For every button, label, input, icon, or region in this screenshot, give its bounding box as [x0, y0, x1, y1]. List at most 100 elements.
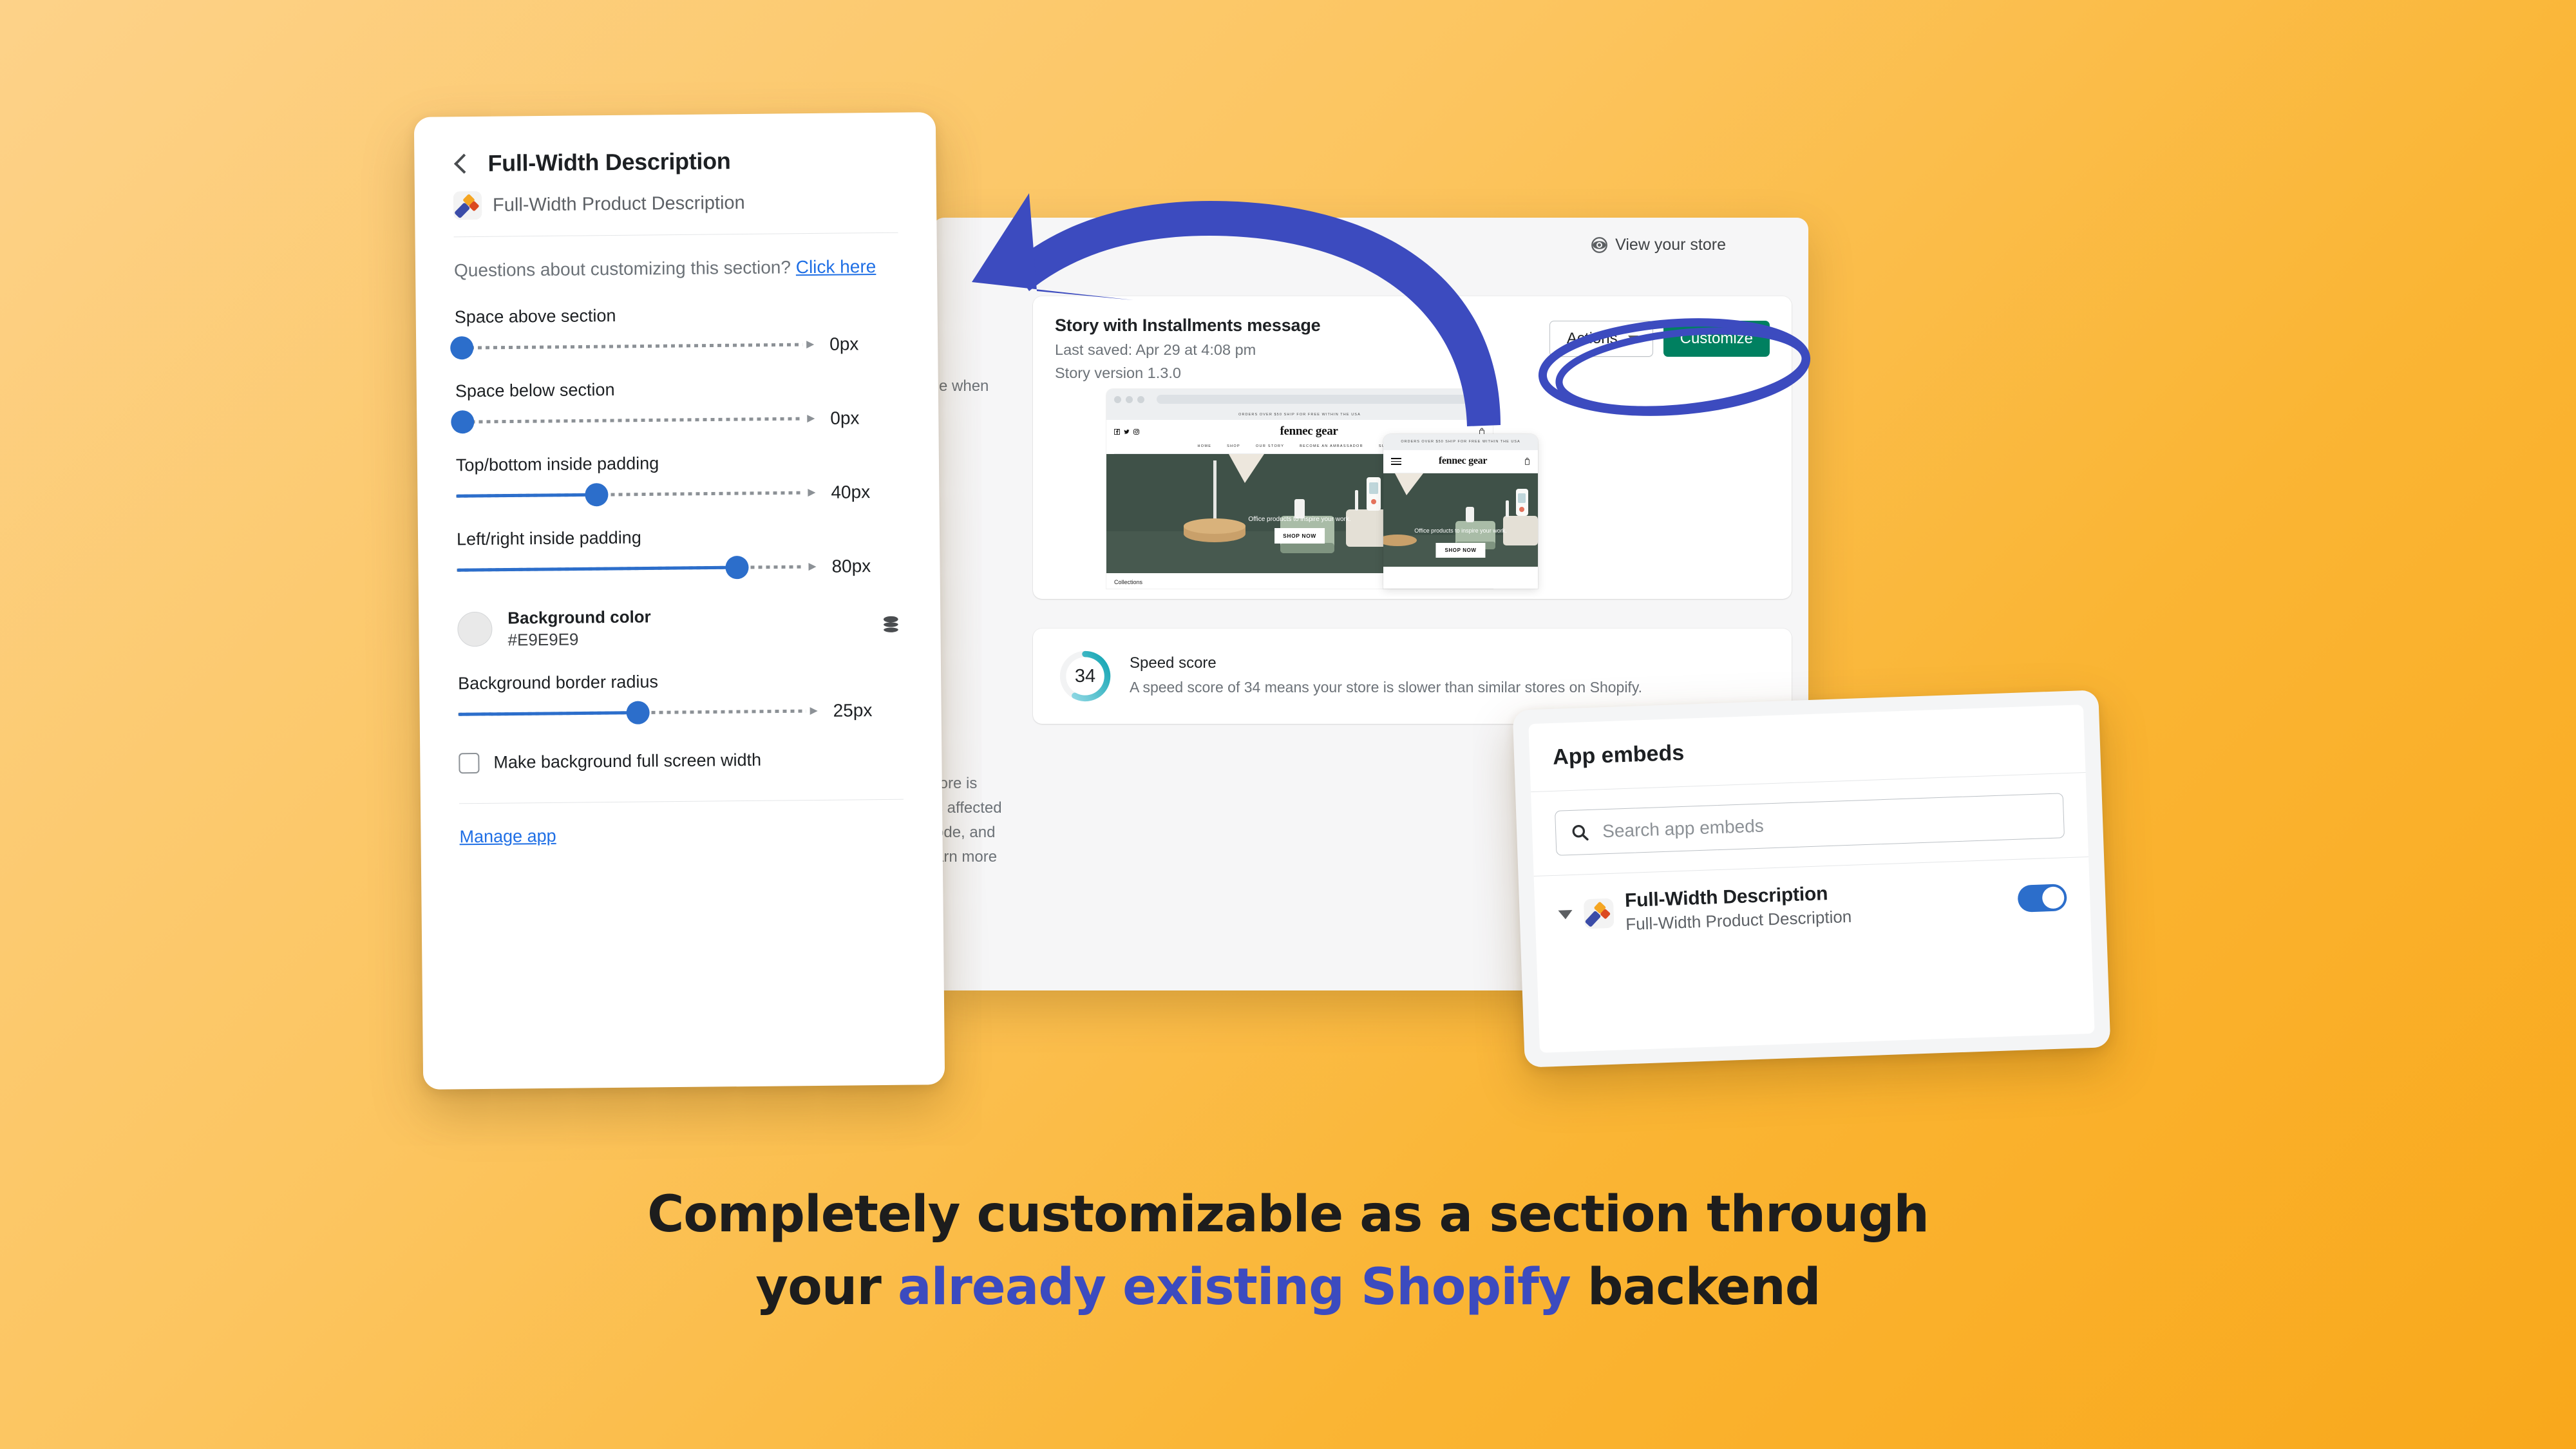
field-space-below-section: Space below section 0px [451, 377, 900, 434]
layers-stack-icon[interactable] [880, 614, 902, 636]
manage-app-link[interactable]: Manage app [459, 826, 556, 847]
slider-fill [456, 493, 597, 498]
app-embeds-panel: App embeds Search app embeds Full-Width … [1512, 690, 2111, 1068]
field-left-right-inside-padding: Left/right inside padding 80px [457, 526, 902, 581]
section-settings-panel: Full-Width Description Full-Width Produc… [413, 112, 945, 1090]
slider-thumb[interactable] [725, 555, 749, 580]
panel-header: Full-Width Description [453, 146, 897, 178]
divider [459, 799, 904, 804]
slider-arrow-icon [808, 488, 816, 497]
caption-line-2-pre: your [755, 1258, 898, 1317]
eye-icon [1591, 237, 1608, 253]
field-background-color[interactable]: Background color #E9E9E9 [457, 605, 902, 651]
hero-caption-mobile: Office products to inspire your work. [1414, 527, 1507, 535]
field-value: 80px [831, 556, 871, 576]
store-brand-logo-mobile: fennec gear [1438, 455, 1488, 467]
slider-thumb[interactable] [584, 482, 609, 507]
app-embed-subtitle: Full-Width Product Description [1625, 906, 1852, 934]
store-nav-item[interactable]: HOME [1197, 444, 1211, 448]
story-card-version: Story version 1.3.0 [1055, 365, 1181, 381]
field-label: Space above section [454, 305, 616, 327]
field-space-above-section: Space above section 0px [450, 303, 900, 360]
slider-thumb[interactable] [451, 410, 475, 434]
chrome-dot [1114, 395, 1121, 403]
slider-arrow-icon [808, 562, 817, 571]
top-bottom-padding-slider[interactable] [456, 482, 816, 507]
view-your-store-label: View your store [1615, 236, 1726, 254]
store-brand-logo: fennec gear [1280, 424, 1338, 438]
chevron-left-icon[interactable] [453, 153, 475, 174]
field-value: 0px [830, 408, 860, 428]
background-border-radius-slider[interactable] [458, 701, 818, 724]
cart-icon [1525, 458, 1530, 465]
announcement-bar: ORDERS OVER $50 SHIP FOR FREE WITHIN THE… [1106, 410, 1493, 420]
search-icon [1572, 824, 1589, 841]
full-width-description-app-icon [453, 191, 482, 220]
slider-thumb[interactable] [626, 701, 650, 724]
slider-thumb[interactable] [450, 336, 474, 360]
slider-fill [457, 565, 737, 572]
store-preview: ORDERS OVER $50 SHIP FOR FREE WITHIN THE… [1106, 389, 1538, 589]
store-nav-item[interactable]: SHOP [1227, 444, 1240, 448]
field-label: Left/right inside padding [456, 527, 641, 549]
space-above-section-slider[interactable] [450, 335, 815, 360]
search-app-embeds-input[interactable]: Search app embeds [1555, 793, 2065, 856]
caption-line-2: your already existing Shopify backend [0, 1251, 2576, 1324]
field-label: Background border radius [458, 672, 659, 694]
slider-fill [458, 711, 638, 716]
social-icons [1114, 428, 1139, 435]
actions-button-label: Actions [1566, 330, 1618, 347]
hero-shop-now-button-mobile[interactable]: SHOP NOW [1435, 542, 1486, 558]
hero-shop-now-button[interactable]: SHOP NOW [1274, 527, 1325, 544]
admin-topbar: View your store [933, 218, 1808, 269]
slider-track [455, 417, 804, 424]
field-background-border-radius: Background border radius 25px [458, 670, 903, 725]
field-label: Top/bottom inside padding [455, 453, 659, 475]
view-your-store-link[interactable]: View your store [1591, 236, 1726, 254]
mobile-store-hero: Office products to inspire your work. SH… [1383, 473, 1538, 567]
field-make-background-full-width[interactable]: Make background full screen width [459, 749, 903, 774]
chevron-down-icon [1627, 336, 1638, 342]
slider-track [455, 343, 803, 350]
story-card-actions: Actions Customize [1549, 321, 1770, 357]
announcement-bar-mobile: ORDERS OVER $50 SHIP FOR FREE WITHIN THE… [1383, 434, 1538, 451]
full-screen-width-checkbox[interactable] [459, 752, 480, 774]
speed-score-description: A speed score of 34 means your store is … [1130, 679, 1643, 696]
instagram-icon [1133, 428, 1139, 435]
field-value: 0px [829, 334, 859, 354]
field-top-bottom-inside-padding: Top/bottom inside padding 40px [456, 451, 901, 507]
background-text-fragment-when: e when [939, 377, 989, 395]
chrome-url-pill [1157, 395, 1485, 404]
background-text-fragment-block: tore is s affected ode, and arn more [935, 775, 1002, 866]
panel-help-text: Questions about customizing this section… [454, 254, 898, 284]
preview-browser-chrome [1106, 389, 1493, 410]
customize-button[interactable]: Customize [1663, 321, 1770, 357]
actions-button[interactable]: Actions [1549, 321, 1653, 357]
field-value: 25px [833, 700, 873, 721]
click-here-link[interactable]: Click here [796, 256, 876, 277]
checkbox-label: Make background full screen width [493, 750, 762, 773]
twitter-icon [1124, 429, 1130, 434]
divider [453, 232, 898, 238]
color-field-label: Background color [507, 607, 651, 628]
page-title: Full-Width Description [488, 147, 731, 176]
app-embed-toggle[interactable] [2017, 883, 2067, 913]
slider-arrow-icon [810, 706, 818, 715]
chrome-dot [1126, 395, 1133, 403]
slider-arrow-icon [807, 414, 815, 422]
space-below-section-slider[interactable] [451, 409, 815, 434]
store-nav-item[interactable]: BECOME AN AMBASSADOR [1300, 444, 1363, 448]
story-card: Story with Installments message Last sav… [1033, 296, 1792, 599]
caption-line-2-post: backend [1570, 1258, 1821, 1317]
color-swatch[interactable] [457, 612, 493, 647]
speed-score-gauge: 34 [1057, 649, 1113, 704]
panel-app-row: Full-Width Product Description [453, 187, 898, 220]
triangle-down-icon[interactable] [1558, 909, 1573, 920]
chrome-dot [1137, 395, 1144, 403]
slider-arrow-icon [806, 340, 815, 348]
store-nav-item[interactable]: OUR STORY [1256, 444, 1284, 448]
hamburger-menu-icon[interactable] [1391, 456, 1401, 467]
mobile-store-header: fennec gear [1383, 450, 1538, 474]
left-right-padding-slider[interactable] [457, 555, 817, 580]
caption-line-1: Completely customizable as a section thr… [647, 1186, 1929, 1244]
